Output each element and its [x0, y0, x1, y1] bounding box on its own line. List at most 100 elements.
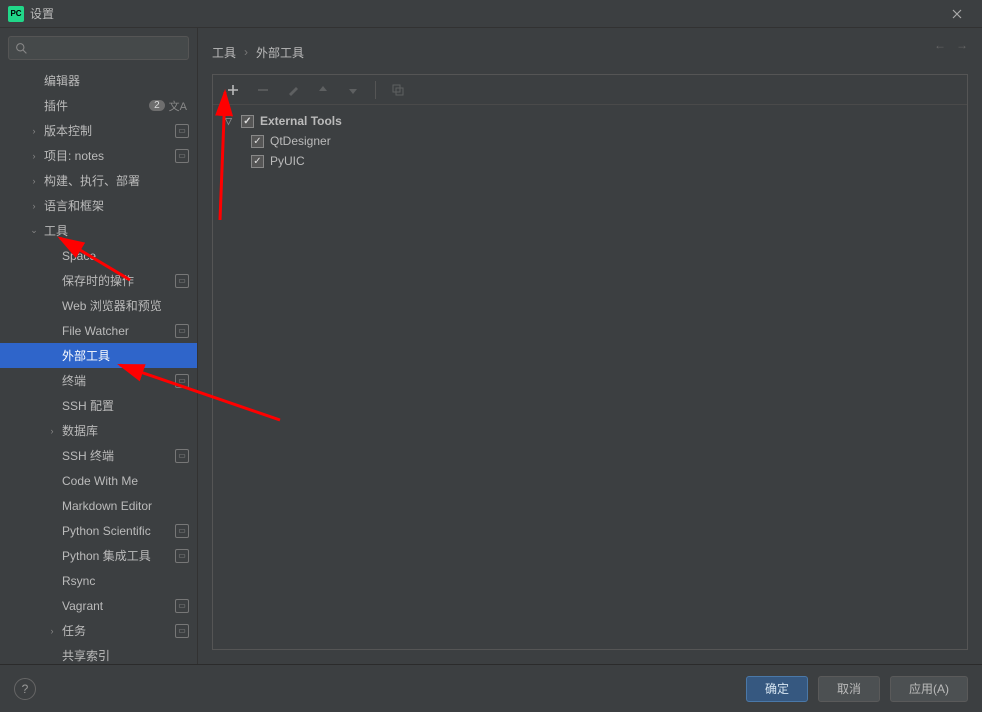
chevron-icon: › — [46, 626, 58, 636]
edit-button[interactable] — [285, 82, 301, 98]
lang-icon: 文A — [169, 98, 187, 114]
tool-item-row[interactable]: ✓PyUIC — [221, 151, 959, 171]
dialog-footer: ? 确定 取消 应用(A) — [0, 664, 982, 712]
panel-toolbar — [213, 75, 967, 105]
chevron-icon: ⌄ — [28, 225, 40, 236]
breadcrumb-separator: › — [244, 45, 248, 59]
sidebar-item[interactable]: 共享索引 — [0, 643, 197, 664]
sidebar-item-label: Markdown Editor — [62, 499, 189, 513]
project-scope-icon: ▭ — [175, 124, 189, 138]
sidebar-item-label: 外部工具 — [62, 347, 189, 364]
sidebar-item-label: 编辑器 — [44, 72, 189, 89]
sidebar-item[interactable]: › 版本控制 ▭ — [0, 118, 197, 143]
sidebar-item[interactable]: ⌄ 工具 — [0, 218, 197, 243]
nav-forward-icon[interactable]: → — [956, 38, 968, 52]
sidebar-item-label: Rsync — [62, 574, 189, 588]
sidebar-item-label: 数据库 — [62, 422, 189, 439]
nav-back-icon[interactable]: ← — [934, 38, 946, 52]
add-button[interactable] — [225, 82, 241, 98]
sidebar-item-label: SSH 终端 — [62, 447, 171, 464]
sidebar-item[interactable]: ›语言和框架 — [0, 193, 197, 218]
sidebar-item[interactable]: SSH 终端 ▭ — [0, 443, 197, 468]
sidebar-item-label: Web 浏览器和预览 — [62, 297, 189, 314]
sidebar-item[interactable]: Python Scientific▭ — [0, 518, 197, 543]
sidebar-item[interactable]: SSH 配置 — [0, 393, 197, 418]
ok-button[interactable]: 确定 — [746, 676, 808, 702]
project-scope-icon: ▭ — [175, 149, 189, 163]
sidebar-item-label: Python 集成工具 — [62, 547, 171, 564]
sidebar-item[interactable]: 编辑器 — [0, 68, 197, 93]
close-window-button[interactable] — [940, 3, 974, 25]
sidebar-item-label: 语言和框架 — [44, 197, 189, 214]
sidebar-item[interactable]: Space — [0, 243, 197, 268]
breadcrumb: 工具 › 外部工具 — [212, 38, 968, 66]
sidebar-item[interactable]: 外部工具 — [0, 343, 197, 368]
chevron-icon: › — [46, 426, 58, 436]
chevron-icon: › — [28, 126, 40, 136]
main-panel: 工具 › 外部工具 ← → — [198, 28, 982, 664]
search-input[interactable] — [8, 36, 189, 60]
sidebar-item-label: 共享索引 — [62, 647, 189, 664]
sidebar-item[interactable]: Vagrant ▭ — [0, 593, 197, 618]
breadcrumb-current: 外部工具 — [256, 44, 304, 61]
titlebar: PC 设置 — [0, 0, 982, 28]
search-icon — [15, 42, 28, 55]
sidebar-item[interactable]: Markdown Editor — [0, 493, 197, 518]
sidebar-item[interactable]: 终端▭ — [0, 368, 197, 393]
sidebar-item-label: SSH 配置 — [62, 397, 189, 414]
sidebar-item[interactable]: › 数据库 — [0, 418, 197, 443]
sidebar-item[interactable]: › 构建、执行、部署 — [0, 168, 197, 193]
chevron-icon: › — [28, 151, 40, 161]
sidebar-item[interactable]: Code With Me — [0, 468, 197, 493]
update-badge: 2 — [149, 100, 165, 111]
tool-item-label: QtDesigner — [270, 134, 331, 148]
sidebar-item-label: 任务 — [62, 622, 171, 639]
copy-button[interactable] — [390, 82, 406, 98]
breadcrumb-root[interactable]: 工具 — [212, 44, 236, 61]
help-button[interactable]: ? — [14, 678, 36, 700]
project-scope-icon: ▭ — [175, 324, 189, 338]
settings-tree[interactable]: 编辑器插件2文A›版本控制▭›项目: notes▭›构建、执行、部署›语言和框架… — [0, 68, 197, 664]
project-scope-icon: ▭ — [175, 549, 189, 563]
project-scope-icon: ▭ — [175, 449, 189, 463]
move-down-button[interactable] — [345, 82, 361, 98]
chevron-icon: › — [28, 176, 40, 186]
sidebar-item[interactable]: 保存时的操作▭ — [0, 268, 197, 293]
sidebar-item-label: 插件 — [44, 97, 149, 114]
sidebar-item-label: 工具 — [44, 222, 189, 239]
app-icon: PC — [8, 6, 24, 22]
sidebar-item-label: 保存时的操作 — [62, 272, 171, 289]
sidebar-item-label: Space — [62, 249, 189, 263]
tool-item-row[interactable]: ✓ QtDesigner — [221, 131, 959, 151]
apply-button[interactable]: 应用(A) — [890, 676, 968, 702]
sidebar-item[interactable]: 插件2 文A — [0, 93, 197, 118]
external-tools-panel: ▽ ✓ External Tools ✓ QtDesigner ✓PyUIC — [212, 74, 968, 650]
tool-checkbox[interactable]: ✓ — [251, 135, 264, 148]
sidebar-item[interactable]: Python 集成工具 ▭ — [0, 543, 197, 568]
chevron-down-icon[interactable]: ▽ — [225, 116, 235, 127]
sidebar-item-label: 版本控制 — [44, 122, 171, 139]
sidebar-item[interactable]: Rsync — [0, 568, 197, 593]
sidebar-item[interactable]: › 任务 ▭ — [0, 618, 197, 643]
group-checkbox[interactable]: ✓ — [241, 115, 254, 128]
cancel-button[interactable]: 取消 — [818, 676, 880, 702]
settings-sidebar: 编辑器插件2文A›版本控制▭›项目: notes▭›构建、执行、部署›语言和框架… — [0, 28, 198, 664]
project-scope-icon: ▭ — [175, 599, 189, 613]
remove-button[interactable] — [255, 82, 271, 98]
sidebar-item[interactable]: File Watcher ▭ — [0, 318, 197, 343]
tools-list: ▽ ✓ External Tools ✓ QtDesigner ✓PyUIC — [213, 105, 967, 649]
sidebar-item-label: 构建、执行、部署 — [44, 172, 189, 189]
sidebar-item-label: 项目: notes — [44, 147, 171, 164]
group-label: External Tools — [260, 114, 342, 128]
sidebar-item[interactable]: › 项目: notes ▭ — [0, 143, 197, 168]
sidebar-item-label: Code With Me — [62, 474, 189, 488]
project-scope-icon: ▭ — [175, 524, 189, 538]
project-scope-icon: ▭ — [175, 624, 189, 638]
sidebar-item-label: File Watcher — [62, 324, 171, 338]
tool-checkbox[interactable]: ✓ — [251, 155, 264, 168]
window-title: 设置 — [30, 5, 54, 22]
sidebar-item-label: Vagrant — [62, 599, 171, 613]
tool-group-row[interactable]: ▽ ✓ External Tools — [221, 111, 959, 131]
sidebar-item[interactable]: Web 浏览器和预览 — [0, 293, 197, 318]
move-up-button[interactable] — [315, 82, 331, 98]
